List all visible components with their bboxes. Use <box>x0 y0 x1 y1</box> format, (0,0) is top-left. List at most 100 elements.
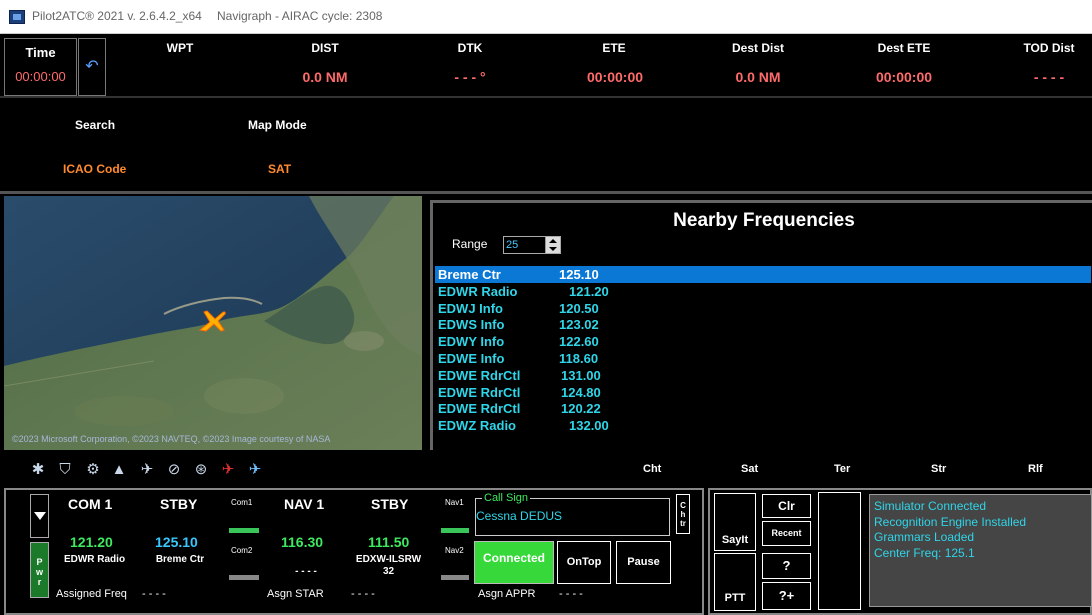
frequency-station-name: Breme Ctr <box>438 267 501 282</box>
frequency-station-name: EDWS Info <box>438 317 505 333</box>
frequency-row[interactable]: EDWY Info 122.60 <box>435 333 1091 350</box>
connected-label: Connected <box>482 551 545 565</box>
spin-up-icon[interactable] <box>549 239 557 243</box>
assigned-freq-value: - - - - <box>142 588 166 600</box>
shield-icon[interactable]: ⛉ <box>56 461 74 479</box>
dist-value: 0.0 NM <box>302 69 348 85</box>
radio-panel: P w r COM 1 121.20 EDWR Radio STBY 125.1… <box>4 488 704 615</box>
runway-icon[interactable]: ⊘ <box>165 461 183 479</box>
frequency-value: 118.60 <box>559 351 599 366</box>
asgn-appr-value: - - - - <box>559 588 583 600</box>
spin-down-icon[interactable] <box>549 247 557 251</box>
terrain-icon[interactable]: ▲ <box>110 461 128 479</box>
asgn-star-label: Asgn STAR <box>267 588 324 600</box>
app-logo-icon <box>9 10 25 24</box>
aircraft-icon <box>198 310 226 332</box>
power-button[interactable]: P w r <box>30 542 49 598</box>
recent-button[interactable]: Recent <box>762 521 811 546</box>
undo-arrow-icon: ↶ <box>85 58 99 75</box>
ptt-button[interactable]: PTT <box>714 553 756 611</box>
frequency-row[interactable]: EDWR Radio 121.20 <box>435 283 1091 300</box>
assigned-freq-label: Assigned Freq <box>56 588 127 600</box>
frequency-value: 120.22 <box>561 401 601 417</box>
frequency-station-name: EDWJ Info <box>438 300 503 316</box>
status-line: Simulator Connected <box>874 499 987 513</box>
search-mode-button[interactable]: ICAO Code <box>63 162 126 176</box>
clear-button[interactable]: Clr <box>762 494 811 518</box>
range-stepper[interactable]: 25 <box>503 236 561 254</box>
frequency-row[interactable]: EDWS Info 123.02 <box>435 316 1091 333</box>
frequency-station-name: EDWE RdrCtl <box>438 367 521 383</box>
com1-stby-freq[interactable]: 125.10 <box>155 534 198 550</box>
chtr-button[interactable]: C h tr <box>676 494 690 534</box>
frequency-station-name: EDWZ Radio <box>438 418 516 434</box>
tab-terrain[interactable]: Ter <box>834 463 850 475</box>
status-line: Recognition Engine Installed <box>874 514 1027 529</box>
collapse-button[interactable] <box>30 494 49 538</box>
frequency-row[interactable]: EDWE RdrCtl 120.22 <box>435 400 1091 417</box>
nav1-indicator <box>441 528 469 533</box>
asgn-appr-label: Asgn APPR <box>478 588 536 600</box>
com1-active-station: EDWR Radio <box>63 554 126 565</box>
frequency-value: 121.20 <box>569 283 609 299</box>
tab-street[interactable]: Str <box>931 463 946 475</box>
frequency-station-name: EDWY Info <box>438 334 505 350</box>
tab-relief[interactable]: Rlf <box>1028 463 1043 475</box>
nav1-active-freq[interactable]: 116.30 <box>281 534 323 550</box>
ete-label: ETE <box>602 41 626 55</box>
time-label: Time <box>25 45 56 60</box>
help-plus-button[interactable]: ?+ <box>762 582 811 610</box>
tab-satellite[interactable]: Sat <box>741 463 758 475</box>
frequency-row[interactable]: EDWJ Info 120.50 <box>435 300 1091 317</box>
com2-indicator <box>229 575 259 580</box>
sayit-button[interactable]: SayIt <box>714 493 756 551</box>
satellite-map[interactable]: ©2023 Microsoft Corporation, ©2023 NAVTE… <box>4 196 422 450</box>
frequency-station-name: EDWE RdrCtl <box>438 401 521 417</box>
reset-timer-button[interactable]: ↶ <box>78 38 106 96</box>
dtk-label: DTK <box>457 41 483 55</box>
com1-stby-label: STBY <box>160 496 198 512</box>
frequency-station-name: EDWR Radio <box>438 283 518 299</box>
callsign-value: Cessna DEDUS <box>476 509 563 523</box>
tab-chart[interactable]: Cht <box>643 463 661 475</box>
range-label: Range <box>452 237 488 251</box>
dest-ete-label: Dest ETE <box>877 41 931 55</box>
com1-indicator <box>229 528 259 533</box>
tod-dist-label: TOD Dist <box>1023 41 1075 55</box>
frequency-row[interactable]: EDWZ Radio 132.00 <box>435 417 1091 434</box>
navaid-icon[interactable]: ⊛ <box>192 461 210 479</box>
ontop-button[interactable]: OnTop <box>557 541 611 584</box>
help-button[interactable]: ? <box>762 553 811 579</box>
map-layer-bar <box>0 455 1092 485</box>
frequency-station-name: EDWE Info <box>438 351 505 366</box>
connected-button[interactable]: Connected <box>474 541 554 584</box>
pause-button[interactable]: Pause <box>616 541 671 584</box>
wpt-label: WPT <box>166 41 194 55</box>
com1-active-freq[interactable]: 121.20 <box>70 534 113 550</box>
frequency-row[interactable]: EDWE RdrCtl 124.80 <box>435 384 1091 401</box>
traffic-red-plane-icon[interactable]: ✈ <box>219 461 237 479</box>
nearby-frequencies-panel: Nearby Frequencies Range 25 Breme Ctr 125… <box>430 200 1092 450</box>
range-spin-buttons[interactable] <box>545 237 560 253</box>
frequency-row[interactable]: Breme Ctr 125.10 <box>435 266 1091 283</box>
traffic-blue-plane-icon[interactable]: ✈ <box>246 461 264 479</box>
com1-indicator-label: Com1 <box>231 498 253 507</box>
airport-icon[interactable]: ✈ <box>138 461 156 479</box>
dest-dist-label: Dest Dist <box>731 41 784 55</box>
gear-icon[interactable]: ⚙ <box>84 461 102 479</box>
nav1-stby-freq[interactable]: 111.50 <box>368 534 409 550</box>
com2-indicator-label: Com2 <box>231 546 253 555</box>
nav1-active-station: - - - - <box>295 566 317 577</box>
callsign-box[interactable]: Call Sign Cessna DEDUS <box>475 492 670 536</box>
status-line: Center Freq: 125.1 <box>874 545 975 560</box>
search-toolbar: Search ICAO Code Map Mode SAT <box>0 100 1092 194</box>
map-mode-label: Map Mode <box>248 118 307 132</box>
bluetooth-icon[interactable]: ✱ <box>29 461 47 479</box>
dest-ete-value: 00:00:00 <box>875 69 933 85</box>
frequency-row[interactable]: EDWE Info 118.60 <box>435 350 1091 367</box>
frequency-value: 124.80 <box>561 384 601 400</box>
frequency-row[interactable]: EDWE RdrCtl 131.00 <box>435 367 1091 384</box>
nav1-stby-station: EDXW-ILSRW 32 <box>355 554 422 577</box>
map-mode-button[interactable]: SAT <box>268 162 291 176</box>
nav2-indicator-label: Nav2 <box>445 546 464 555</box>
